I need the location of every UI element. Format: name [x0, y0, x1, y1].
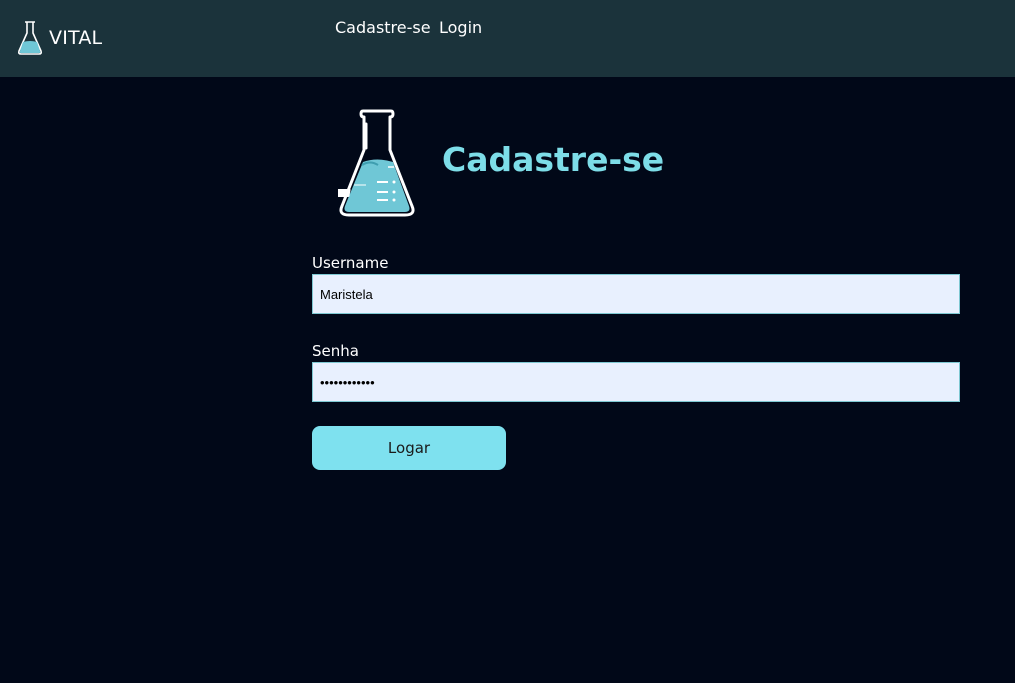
username-label: Username: [312, 254, 389, 272]
navbar: VITAL Cadastre-se Login: [0, 0, 1015, 77]
flask-icon: [338, 109, 415, 217]
username-input[interactable]: [312, 274, 960, 314]
page-title: Cadastre-se: [442, 140, 665, 179]
senha-input[interactable]: [312, 362, 960, 402]
flask-icon: [17, 21, 43, 55]
nav-link-login[interactable]: Login: [439, 17, 482, 39]
senha-label: Senha: [312, 342, 359, 360]
logar-button[interactable]: Logar: [312, 426, 506, 470]
brand-name: VITAL: [49, 27, 103, 49]
brand[interactable]: VITAL: [17, 20, 102, 56]
nav-link-cadastre-se[interactable]: Cadastre-se: [335, 17, 431, 39]
